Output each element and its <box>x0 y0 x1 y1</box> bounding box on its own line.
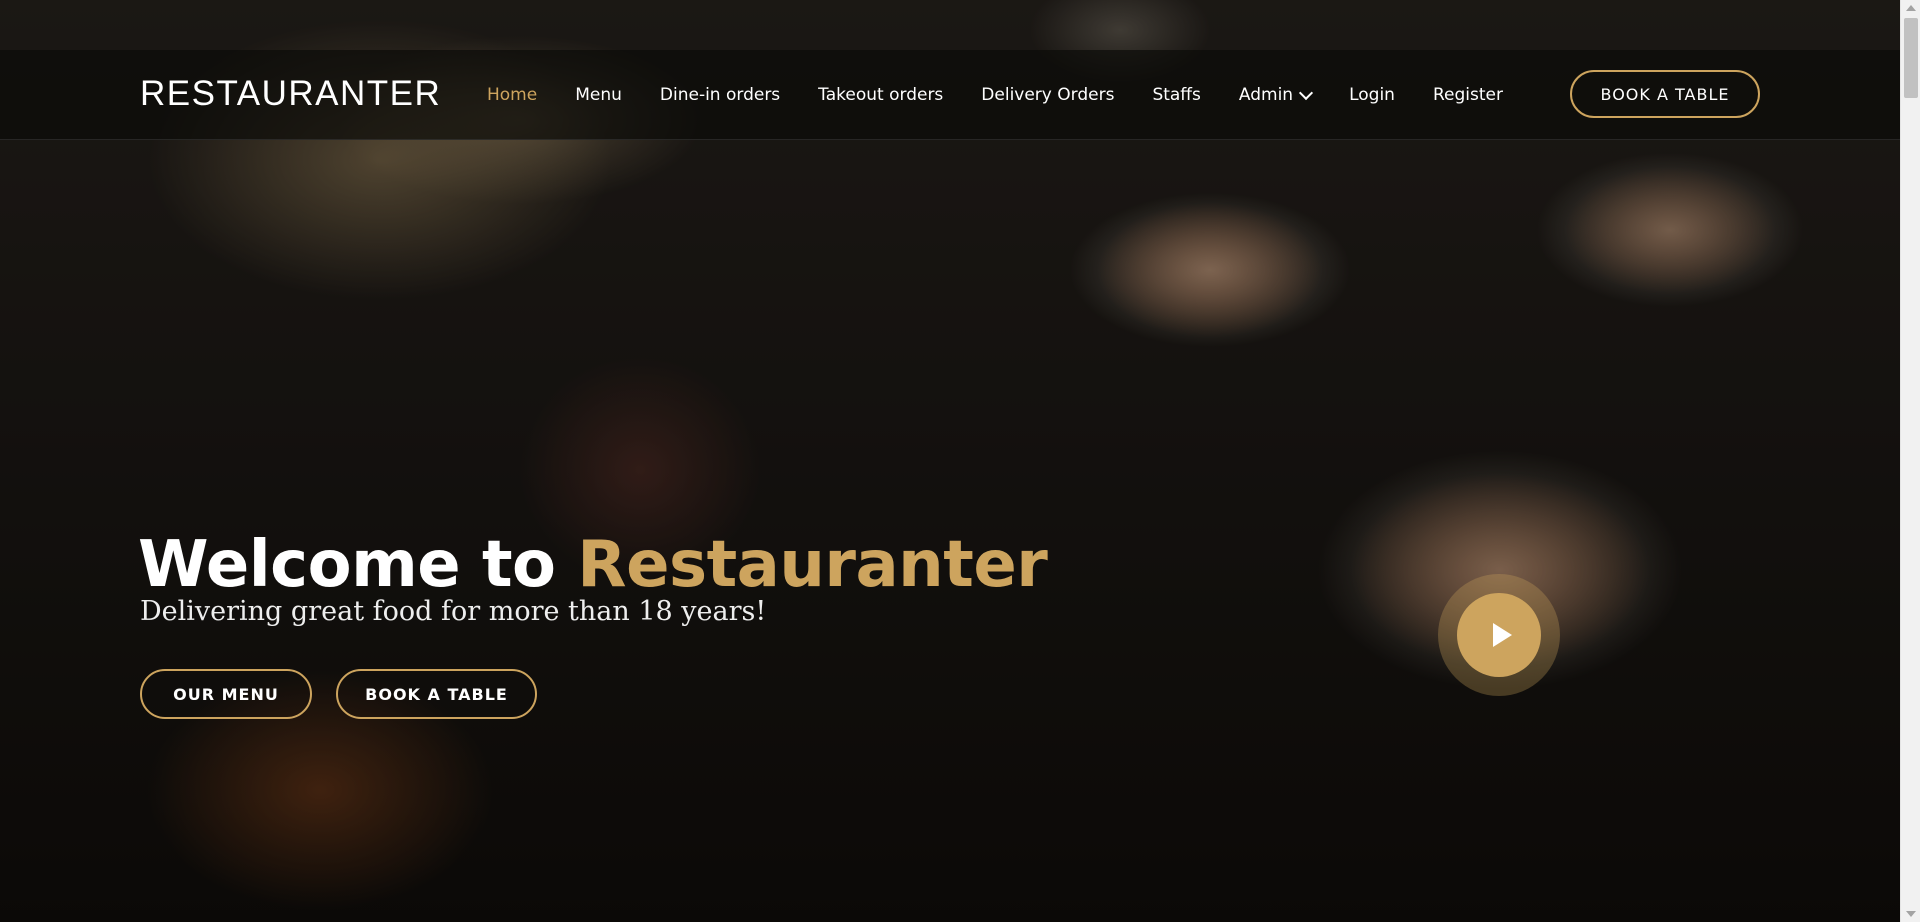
play-button-circle <box>1457 593 1541 677</box>
nav-delivery-orders[interactable]: Delivery Orders <box>981 85 1114 105</box>
nav-home[interactable]: Home <box>487 85 537 105</box>
scrollbar-thumb[interactable] <box>1904 18 1918 98</box>
nav-admin-label: Admin <box>1238 85 1294 105</box>
chevron-down-icon <box>1299 85 1314 100</box>
nav-login[interactable]: Login <box>1349 85 1395 105</box>
main-nav: Home Menu Dine-in orders Takeout orders … <box>487 50 1503 140</box>
scroll-down-arrow-icon[interactable] <box>1906 911 1916 917</box>
site-logo[interactable]: RESTAURANTER <box>140 74 441 114</box>
nav-staffs[interactable]: Staffs <box>1152 85 1200 105</box>
nav-menu[interactable]: Menu <box>575 85 622 105</box>
hero-subtitle: Delivering great food for more than 18 y… <box>140 596 767 627</box>
scroll-up-arrow-icon[interactable] <box>1906 5 1916 11</box>
our-menu-button[interactable]: OUR MENU <box>140 669 312 719</box>
nav-admin-dropdown[interactable]: Admin <box>1238 85 1314 105</box>
play-video-button[interactable] <box>1438 574 1560 696</box>
hero-title-brand: Restauranter <box>577 528 1048 602</box>
play-icon <box>1492 623 1512 647</box>
header-book-table-button[interactable]: BOOK A TABLE <box>1570 70 1760 118</box>
hero-title-prefix: Welcome to <box>138 528 578 602</box>
vertical-scrollbar[interactable] <box>1900 0 1920 922</box>
hero-book-table-button[interactable]: BOOK A TABLE <box>336 669 537 719</box>
top-header: RESTAURANTER Home Menu Dine-in orders Ta… <box>0 50 1900 140</box>
page: RESTAURANTER Home Menu Dine-in orders Ta… <box>0 0 1920 922</box>
nav-register[interactable]: Register <box>1433 85 1503 105</box>
nav-takeout-orders[interactable]: Takeout orders <box>818 85 943 105</box>
nav-dine-in-orders[interactable]: Dine-in orders <box>660 85 780 105</box>
